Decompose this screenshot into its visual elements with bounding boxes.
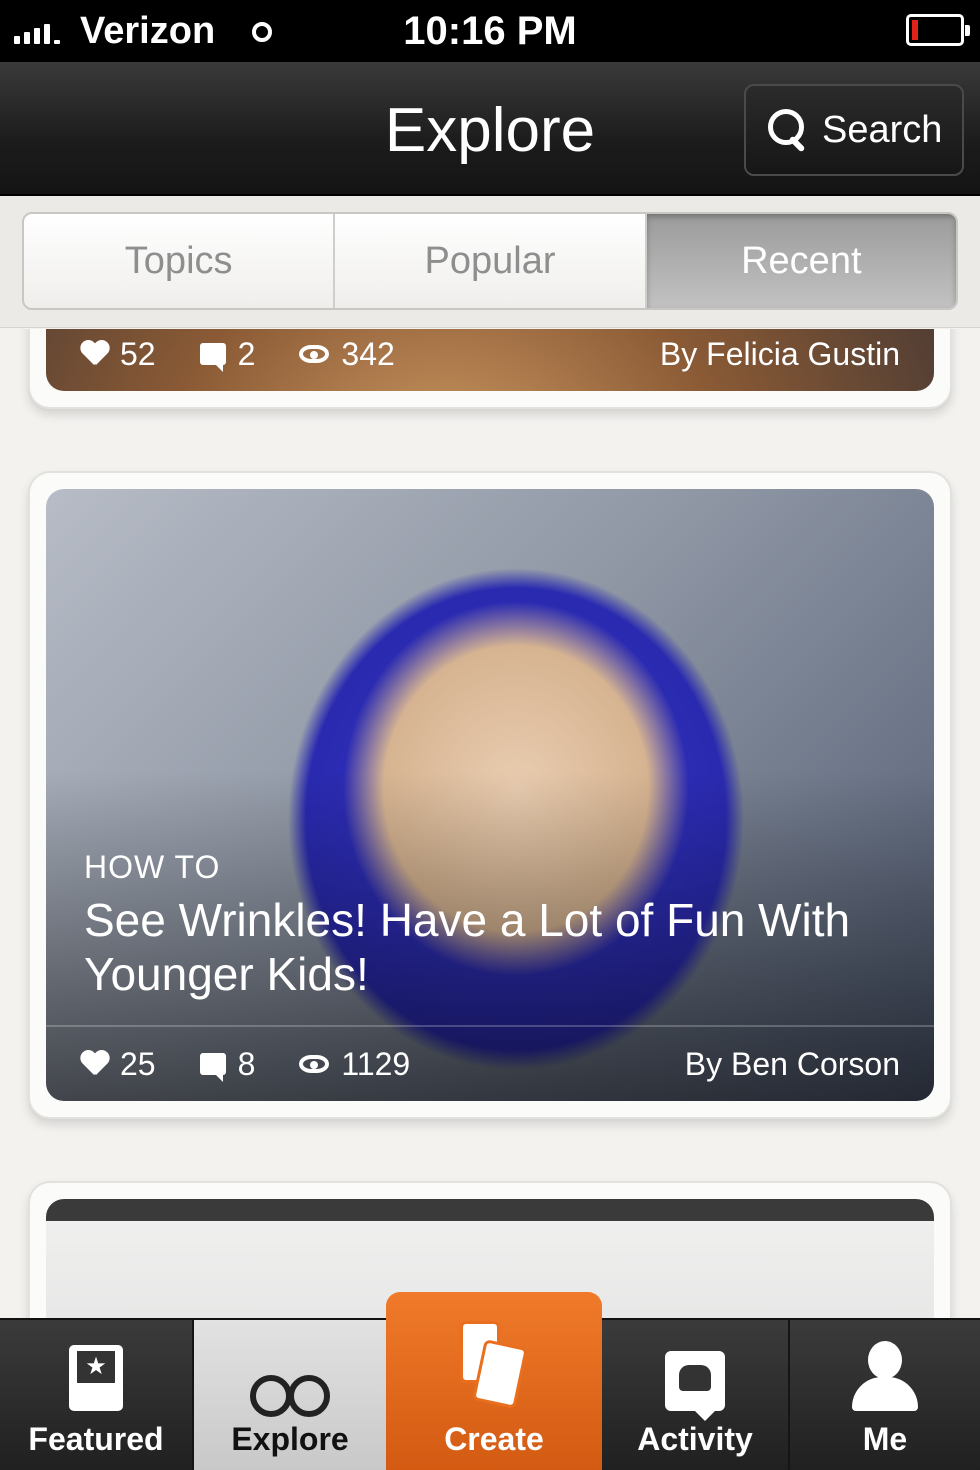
guide-feed[interactable]: 52 2 342 By Felicia Gustin HOW TO See Wr…	[0, 329, 980, 1319]
create-icon	[456, 1321, 532, 1411]
status-time: 10:16 PM	[403, 9, 577, 53]
comments-count: 8	[237, 1045, 256, 1082]
tab-create[interactable]: Create	[386, 1292, 602, 1470]
guide-card[interactable]: 52 2 342 By Felicia Gustin	[28, 329, 952, 409]
guide-photo: HOW TO See Wrinkles! Have a Lot of Fun W…	[46, 489, 934, 1101]
featured-icon	[69, 1345, 123, 1411]
activity-icon	[665, 1351, 725, 1421]
comment-icon	[199, 1053, 226, 1082]
segmented-control: Topics Popular Recent	[22, 212, 958, 310]
search-icon	[768, 109, 808, 151]
guide-stats: 52 2 342 By Felicia Gustin	[46, 329, 934, 391]
likes-count: 25	[120, 1045, 156, 1082]
views-stat: 342	[299, 335, 395, 373]
guide-kicker: HOW TO	[84, 849, 221, 885]
battery-icon	[906, 14, 970, 46]
tab-popular[interactable]: Popular	[335, 214, 647, 308]
tab-label: Featured	[28, 1421, 164, 1457]
eye-icon	[299, 345, 330, 363]
search-label: Search	[822, 108, 943, 151]
tab-label: Create	[444, 1421, 544, 1457]
person-icon	[850, 1341, 920, 1411]
tab-label: Activity	[637, 1421, 753, 1457]
heart-icon	[80, 341, 108, 367]
comments-count: 2	[237, 335, 256, 372]
tab-bar: Featured Explore Create Activity Me	[0, 1292, 980, 1470]
comment-icon	[199, 343, 226, 372]
guide-stats: 25 8 1129 By Ben Corson	[46, 1027, 934, 1101]
comments-stat: 8	[199, 1045, 256, 1083]
tab-activity[interactable]: Activity	[602, 1320, 790, 1470]
search-button[interactable]: Search	[744, 84, 964, 176]
eye-icon	[299, 1055, 330, 1073]
tab-recent[interactable]: Recent	[646, 214, 956, 308]
views-count: 1129	[341, 1045, 411, 1082]
tab-explore[interactable]: Explore	[194, 1320, 386, 1470]
likes-count: 52	[120, 335, 156, 372]
comments-stat: 2	[199, 335, 256, 373]
guide-title: See Wrinkles! Have a Lot of Fun With You…	[84, 894, 851, 1000]
tab-topics[interactable]: Topics	[24, 214, 336, 308]
author-name: By Ben Corson	[684, 1045, 900, 1082]
tab-featured[interactable]: Featured	[0, 1320, 194, 1470]
guide-photo: 52 2 342 By Felicia Gustin	[46, 329, 934, 391]
segment-bar: Topics Popular Recent	[0, 196, 980, 328]
status-bar: Verizon 10:16 PM	[0, 0, 980, 62]
likes-stat: 52	[80, 336, 156, 373]
tab-label: Explore	[231, 1421, 349, 1457]
views-stat: 1129	[299, 1046, 410, 1083]
tab-label: Me	[862, 1421, 908, 1457]
likes-stat: 25	[80, 1046, 156, 1083]
navigation-bar: Explore Search	[0, 62, 980, 196]
views-count: 342	[341, 335, 395, 372]
guide-card[interactable]: HOW TO See Wrinkles! Have a Lot of Fun W…	[28, 471, 952, 1119]
binoculars-icon	[250, 1367, 330, 1417]
heart-icon	[80, 1051, 108, 1077]
author-name: By Felicia Gustin	[659, 335, 900, 372]
tab-me[interactable]: Me	[790, 1320, 980, 1470]
